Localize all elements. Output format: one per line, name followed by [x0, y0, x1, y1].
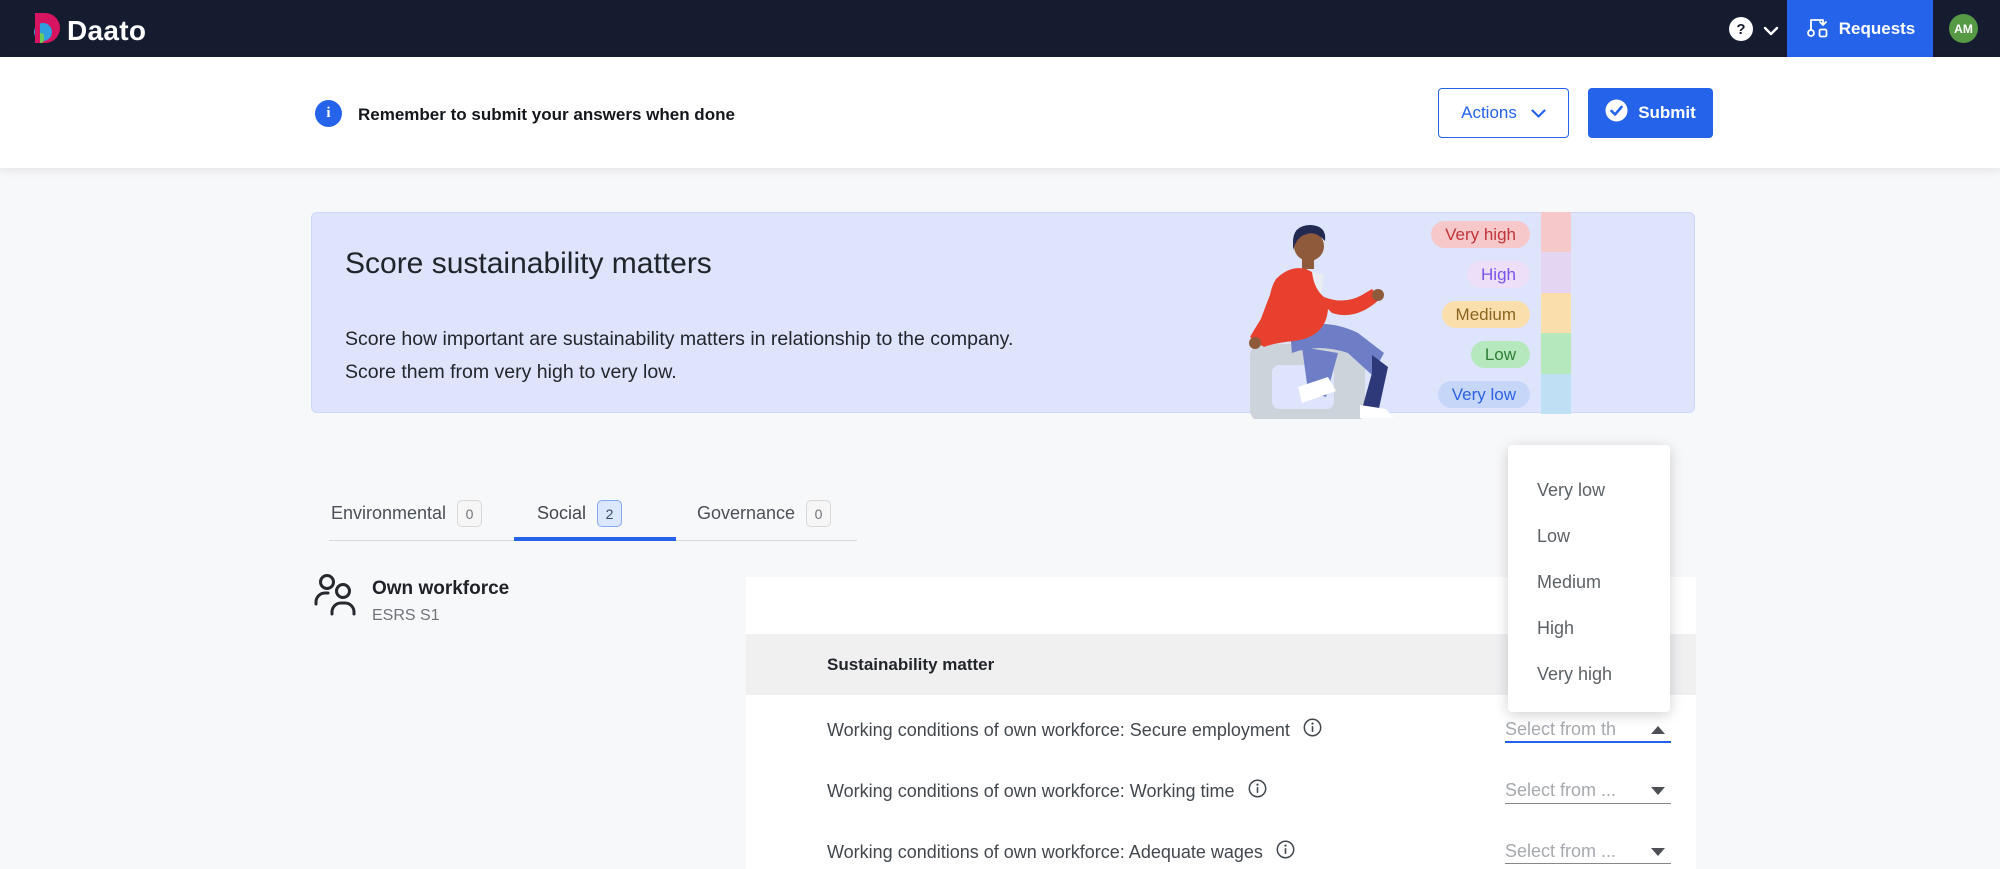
requests-button[interactable]: Requests — [1787, 0, 1933, 57]
dropdown-option-medium[interactable]: Medium — [1508, 559, 1670, 605]
tab-count-badge: 0 — [806, 500, 832, 527]
select-underline-focused — [1505, 741, 1671, 743]
column-header: Sustainability matter — [827, 654, 995, 674]
workflow-icon — [1805, 14, 1829, 43]
dropdown-option-low[interactable]: Low — [1508, 513, 1670, 559]
tab-label: Governance — [697, 503, 796, 523]
score-dropdown-menu: Very low Low Medium High Very high — [1508, 445, 1670, 712]
submit-label: Submit — [1638, 103, 1696, 122]
avatar[interactable]: AM — [1949, 14, 1978, 43]
tab-social[interactable]: Social 2 — [537, 500, 623, 527]
tab-environmental[interactable]: Environmental 0 — [331, 500, 483, 527]
table-row: Working conditions of own workforce: Wor… — [827, 779, 1267, 803]
score-select[interactable]: Select from ... — [1505, 777, 1671, 804]
daato-logo[interactable]: Daato — [32, 11, 146, 50]
chevron-down-icon — [1531, 103, 1546, 123]
tab-governance[interactable]: Governance 0 — [697, 500, 832, 527]
select-placeholder: Select from ... — [1505, 841, 1617, 861]
daato-logo-icon — [32, 11, 62, 50]
info-circle-icon[interactable] — [1303, 718, 1322, 742]
legend-chip-very-low: Very low — [1437, 381, 1530, 408]
bar-segment-very-high — [1541, 212, 1571, 253]
rating-legend: Very high High Medium Low Very low — [1431, 221, 1530, 408]
bar-segment-low — [1541, 333, 1571, 374]
info-circle-icon[interactable] — [1276, 840, 1295, 864]
info-icon: i — [315, 100, 342, 127]
select-underline — [1505, 803, 1671, 804]
select-placeholder: Select from ... — [1505, 780, 1617, 800]
bar-segment-high — [1541, 252, 1571, 293]
section-title: Own workforce — [372, 578, 510, 599]
legend-chip-low: Low — [1470, 341, 1530, 368]
score-banner: Score sustainability matters Score how i… — [311, 212, 1695, 422]
select-placeholder: Select from th — [1505, 719, 1617, 739]
reminder-message: Remember to submit your answers when don… — [358, 105, 735, 124]
actions-label: Actions — [1461, 103, 1517, 122]
rating-color-bar — [1541, 212, 1571, 415]
caret-down-icon — [1651, 786, 1665, 795]
section-subtitle: ESRS S1 — [372, 607, 440, 624]
active-tab-underline — [514, 537, 676, 541]
people-icon — [313, 572, 357, 621]
legend-chip-high: High — [1467, 261, 1530, 288]
info-circle-icon[interactable] — [1248, 779, 1267, 803]
banner-title: Score sustainability matters — [345, 247, 712, 280]
select-underline — [1505, 863, 1671, 864]
tab-label: Social — [537, 503, 587, 523]
caret-down-icon — [1651, 847, 1665, 856]
table-row: Working conditions of own workforce: Sec… — [827, 718, 1322, 742]
chevron-down-icon[interactable] — [1763, 23, 1779, 41]
tab-count-badge: 0 — [457, 500, 483, 527]
score-select[interactable]: Select from ... — [1505, 838, 1671, 865]
tab-count-badge: 2 — [597, 500, 623, 527]
bar-segment-medium — [1541, 292, 1571, 334]
requests-label: Requests — [1838, 18, 1916, 38]
help-button[interactable]: ? — [1729, 17, 1753, 41]
dropdown-option-very-high[interactable]: Very high — [1508, 651, 1670, 697]
top-navbar: Daato ? Requests AM — [0, 0, 2000, 57]
tab-label: Environmental — [331, 503, 447, 523]
dropdown-option-very-low[interactable]: Very low — [1508, 467, 1670, 513]
banner-description: Score how important are sustainability m… — [345, 328, 1014, 383]
caret-up-icon — [1651, 725, 1665, 734]
sitting-person-illustration — [1232, 219, 1432, 424]
check-circle-icon — [1605, 99, 1628, 127]
app-root: Daato ? Requests AM i Remember to submit… — [0, 0, 2000, 869]
question-mark-icon: ? — [1736, 20, 1746, 38]
legend-chip-very-high: Very high — [1431, 221, 1530, 248]
actions-button[interactable]: Actions — [1438, 88, 1569, 138]
dropdown-option-high[interactable]: High — [1508, 605, 1670, 651]
legend-chip-medium: Medium — [1441, 301, 1530, 328]
submit-button[interactable]: Submit — [1588, 88, 1713, 138]
logo-text: Daato — [67, 14, 147, 46]
table-row: Working conditions of own workforce: Ade… — [827, 840, 1295, 864]
avatar-initials: AM — [1954, 21, 1973, 36]
bar-segment-very-low — [1541, 373, 1571, 415]
score-select-open[interactable]: Select from th — [1505, 716, 1671, 743]
